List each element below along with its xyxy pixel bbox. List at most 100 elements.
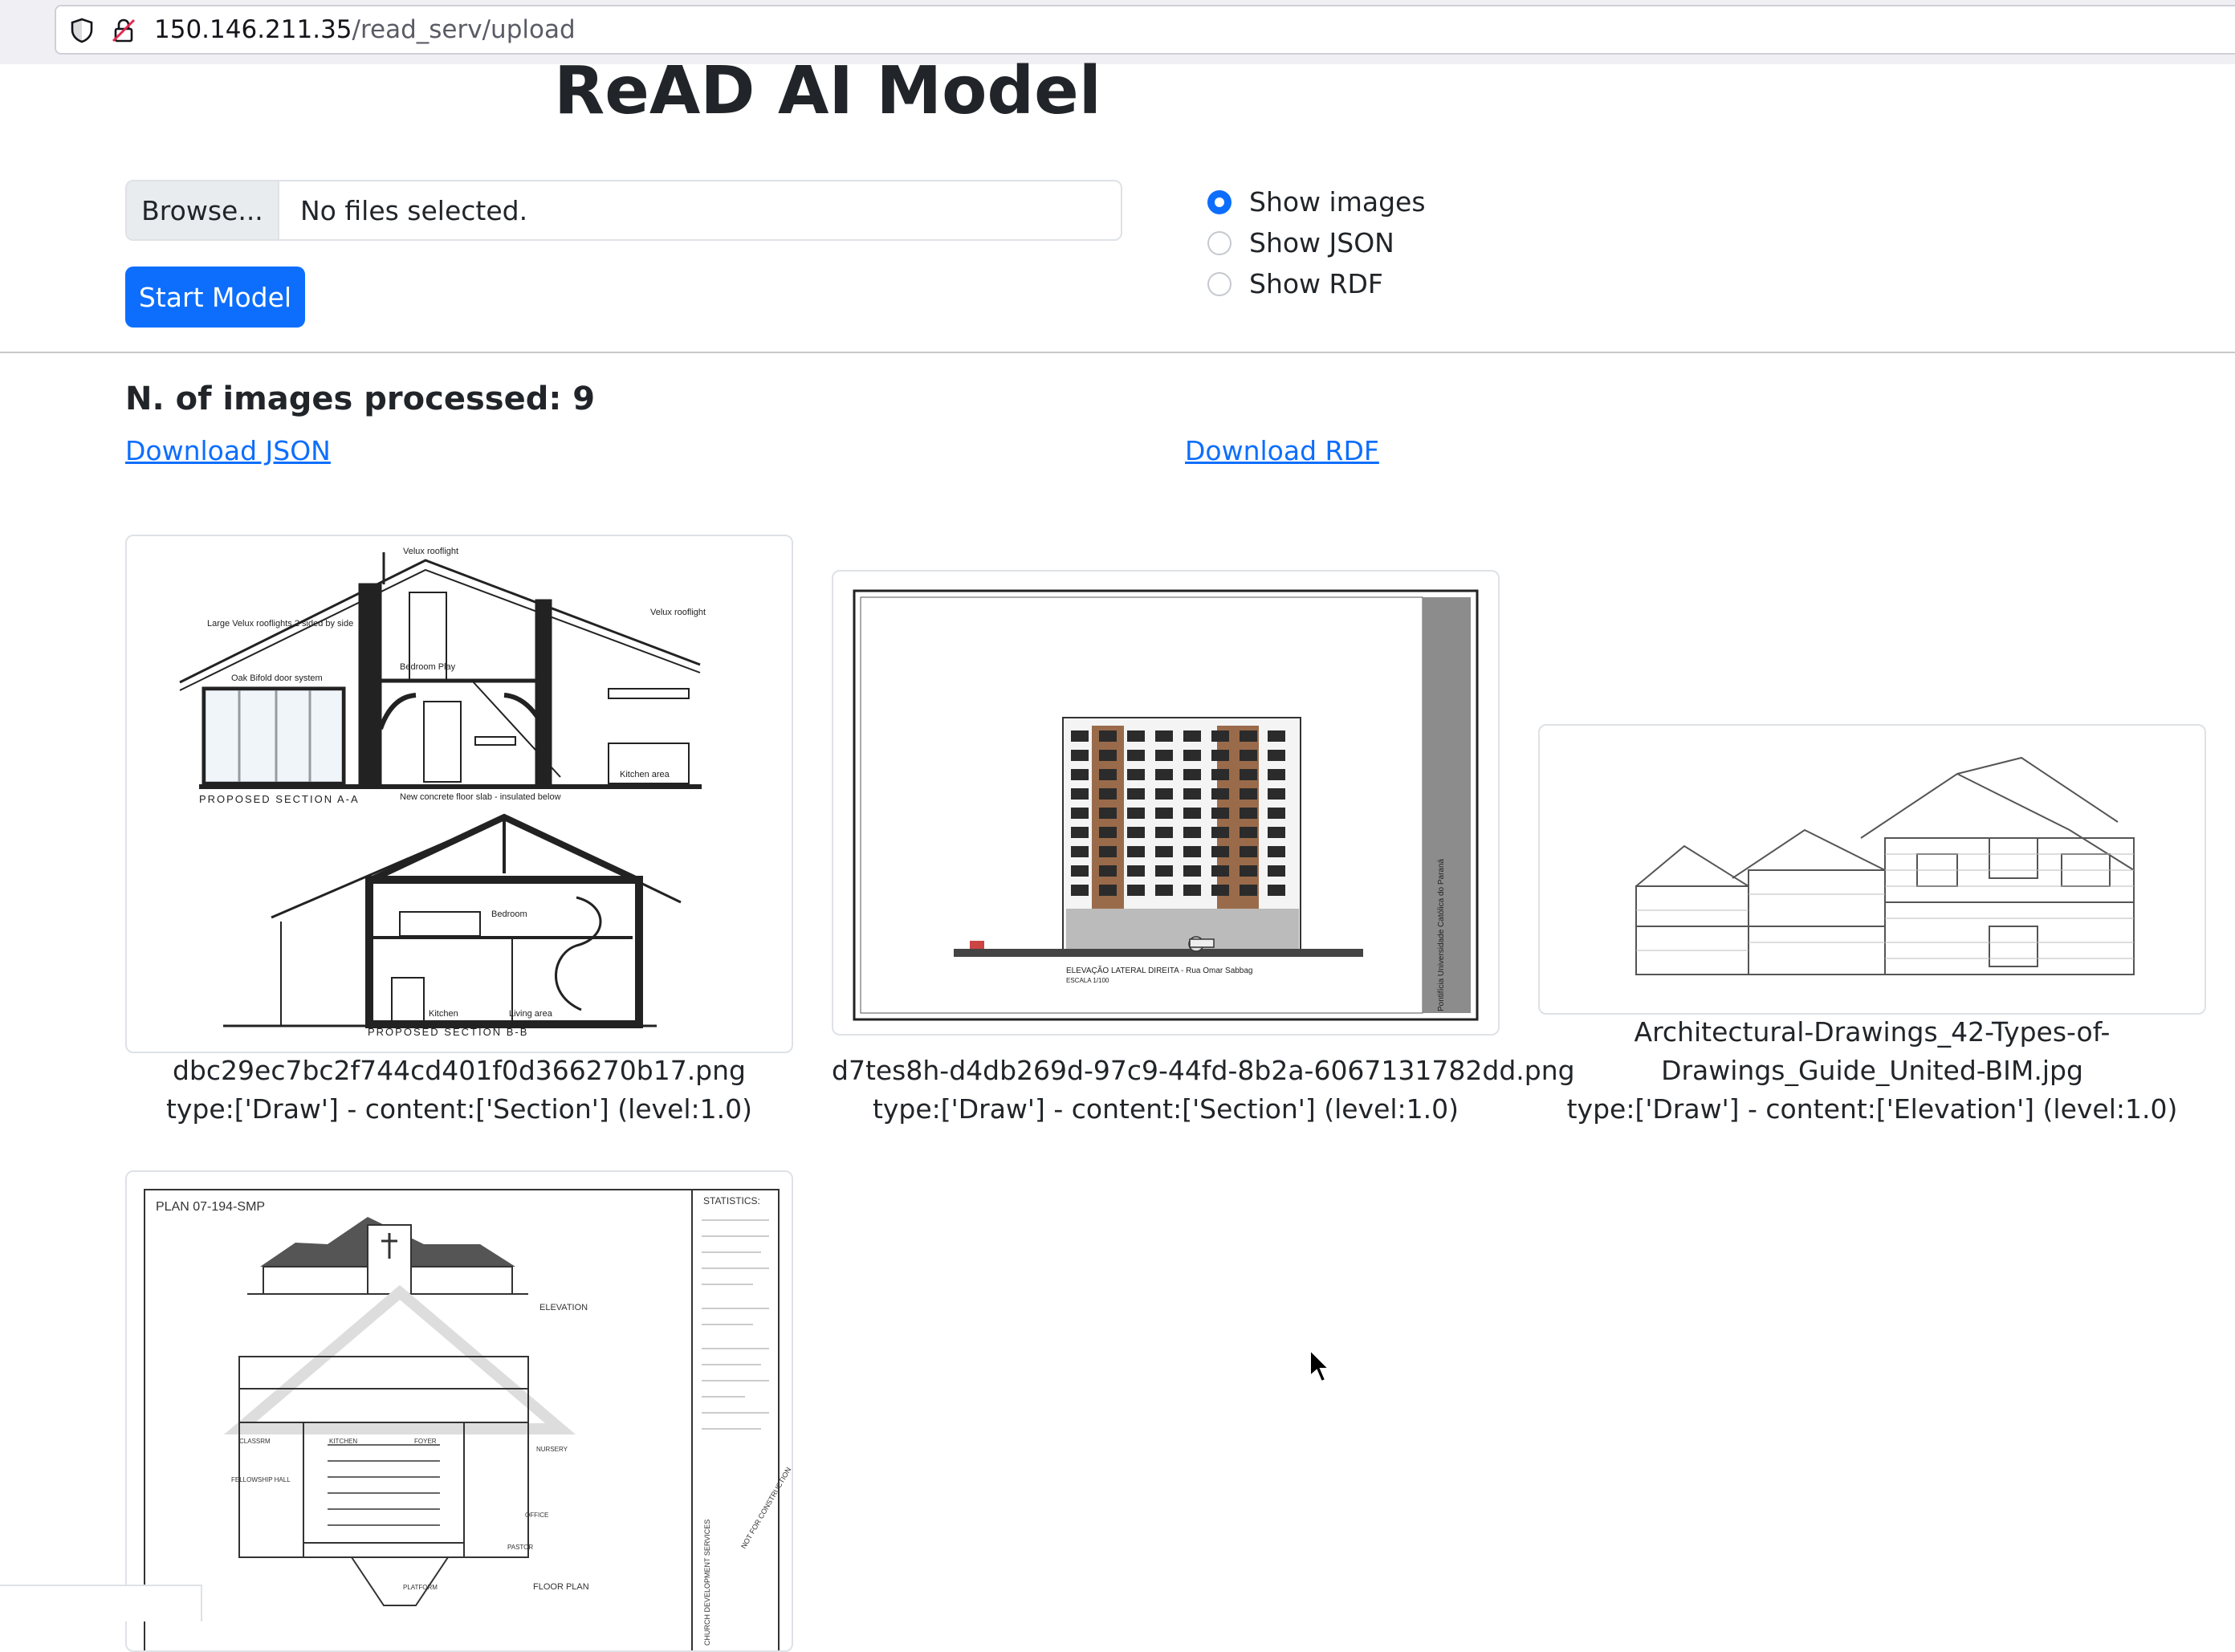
building-window xyxy=(1211,885,1229,896)
building-window xyxy=(1071,808,1089,819)
building-window xyxy=(1071,769,1089,780)
building-window xyxy=(1071,788,1089,800)
drawing-label: Velux rooflight xyxy=(650,608,706,617)
radio-unchecked-icon[interactable] xyxy=(1207,271,1231,296)
result-image-section-drawing[interactable]: Velux rooflight Large Velux rooflights 2… xyxy=(125,535,793,1053)
radio-checked-icon[interactable] xyxy=(1207,189,1231,214)
building-window xyxy=(1268,808,1285,819)
download-json-link[interactable]: Download JSON xyxy=(125,435,331,466)
building-window xyxy=(1155,846,1173,857)
building-window xyxy=(1268,769,1285,780)
building-window xyxy=(1071,750,1089,761)
building-window xyxy=(1155,750,1173,761)
building-window xyxy=(1127,750,1145,761)
building-window xyxy=(1268,846,1285,857)
building-window xyxy=(1268,865,1285,877)
building-window xyxy=(1099,730,1117,742)
drawing-label: Bedroom Play xyxy=(400,662,456,672)
building-window xyxy=(1183,885,1201,896)
insecure-lock-icon[interactable] xyxy=(109,16,138,45)
building-window xyxy=(1240,865,1257,877)
building-window xyxy=(1155,769,1173,780)
drawing-label: CLASSRM xyxy=(239,1438,271,1445)
building-window xyxy=(1211,827,1229,838)
result-classification: type:['Draw'] - content:['Section'] (lev… xyxy=(165,1093,753,1125)
radio-show-json[interactable]: Show JSON xyxy=(1207,227,1394,258)
building-window xyxy=(1127,788,1145,800)
address-bar[interactable]: 150.146.211.35/read_serv/upload xyxy=(55,5,2235,55)
building-window xyxy=(1268,730,1285,742)
result-filename: d7tes8h-d4db269d-97c9-44fd-8b2a-60671317… xyxy=(832,1055,1575,1086)
shield-icon[interactable] xyxy=(67,16,96,45)
building-window xyxy=(1071,730,1089,742)
result-filename: Architectural-Drawings_42-Types-of- xyxy=(1634,1016,2111,1048)
building-window xyxy=(1268,885,1285,896)
result-classification: type:['Draw'] - content:['Elevation'] (l… xyxy=(1566,1093,2178,1125)
drawing-label: FELLOWSHIP HALL xyxy=(231,1476,291,1483)
radio-label[interactable]: Show images xyxy=(1249,186,1426,218)
url-host: 150.146.211.35 xyxy=(154,15,352,44)
building-window xyxy=(1211,750,1229,761)
building-window xyxy=(1099,750,1117,761)
building-window xyxy=(1211,808,1229,819)
building-window xyxy=(1240,808,1257,819)
drawing-label: Kitchen xyxy=(429,1009,458,1019)
building-window xyxy=(1183,788,1201,800)
result-image-house-drawing[interactable] xyxy=(1538,724,2206,1015)
building-window xyxy=(1099,846,1117,857)
drawing-label: FLOOR PLAN xyxy=(533,1582,589,1592)
building-window xyxy=(1127,808,1145,819)
drawing-label: Living area xyxy=(509,1009,553,1019)
result-caption: Architectural-Drawings_42-Types-of- Draw… xyxy=(1538,1013,2206,1129)
building-window xyxy=(1071,846,1089,857)
church-plan-image: PLAN 07-194-SMP STATISTICS: ELEVATION CL… xyxy=(144,1189,792,1650)
building-window xyxy=(1127,865,1145,877)
building-window xyxy=(1155,788,1173,800)
radio-label[interactable]: Show RDF xyxy=(1249,268,1383,299)
building-window xyxy=(1183,730,1201,742)
building-window xyxy=(1211,769,1229,780)
drawing-label: Large Velux rooflights 2 sided by side xyxy=(207,619,353,629)
section-drawing-image: Velux rooflight Large Velux rooflights 2… xyxy=(179,547,706,1038)
radio-show-rdf[interactable]: Show RDF xyxy=(1207,268,1383,299)
result-caption: d7tes8h-d4db269d-97c9-44fd-8b2a-60671317… xyxy=(832,1052,1575,1129)
building-window xyxy=(1183,827,1201,838)
building-window xyxy=(1240,769,1257,780)
start-model-button[interactable]: Start Model xyxy=(125,267,305,328)
url-path: /read_serv/upload xyxy=(352,15,576,44)
download-rdf-link[interactable]: Download RDF xyxy=(1185,435,1379,466)
building-window xyxy=(1155,827,1173,838)
drawing-label: Bedroom xyxy=(491,909,527,919)
building-window xyxy=(1240,846,1257,857)
browse-button[interactable]: Browse... xyxy=(127,181,279,239)
building-window xyxy=(1183,769,1201,780)
radio-show-images[interactable]: Show images xyxy=(1207,186,1426,218)
building-window xyxy=(1183,846,1201,857)
building-window xyxy=(1099,865,1117,877)
result-image-building-elevation[interactable]: Pontifícia Universidade Católica do Para… xyxy=(832,570,1500,1036)
url-text[interactable]: 150.146.211.35/read_serv/upload xyxy=(154,15,576,44)
radio-label[interactable]: Show JSON xyxy=(1249,227,1394,258)
drawing-label: ESCALA 1/100 xyxy=(1066,977,1109,984)
building-window xyxy=(1268,750,1285,761)
radio-unchecked-icon[interactable] xyxy=(1207,230,1231,255)
building-window xyxy=(1099,885,1117,896)
file-input[interactable]: Browse... No files selected. xyxy=(125,180,1122,241)
building-window xyxy=(1183,750,1201,761)
drawing-label: FOYER xyxy=(414,1438,437,1445)
result-filename: dbc29ec7bc2f744cd401f0d366270b17.png xyxy=(172,1055,746,1086)
building-window xyxy=(1240,750,1257,761)
building-window xyxy=(1099,788,1117,800)
building-window xyxy=(1240,827,1257,838)
drawing-label: KITCHEN xyxy=(329,1438,357,1445)
building-window xyxy=(1268,788,1285,800)
drawing-label: NURSERY xyxy=(536,1446,568,1453)
result-caption: dbc29ec7bc2f744cd401f0d366270b17.png typ… xyxy=(125,1052,793,1129)
building-window xyxy=(1155,730,1173,742)
drawing-label: STATISTICS: xyxy=(703,1195,760,1206)
building-window xyxy=(1127,730,1145,742)
result-image-church-plan[interactable]: PLAN 07-194-SMP STATISTICS: ELEVATION CL… xyxy=(125,1170,793,1652)
images-processed-count: N. of images processed: 9 xyxy=(125,380,596,417)
drawing-label: Kitchen area xyxy=(620,770,670,779)
drawing-label: PLATFORM xyxy=(403,1584,438,1591)
